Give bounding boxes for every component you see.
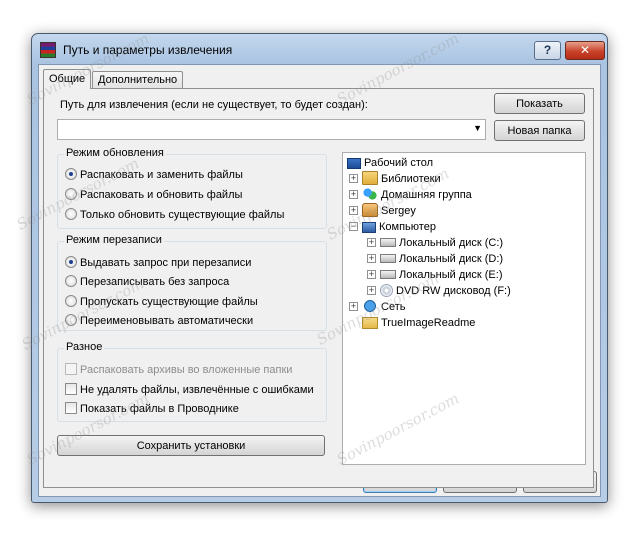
expand-plus-icon[interactable]: + bbox=[349, 174, 358, 183]
radio-button[interactable] bbox=[65, 208, 77, 220]
tree-item-libraries[interactable]: + Библиотеки bbox=[349, 171, 441, 187]
check-show-in-explorer[interactable]: Показать файлы в Проводнике bbox=[65, 402, 239, 415]
check-keep-broken-files[interactable]: Не удалять файлы, извлечённые с ошибками bbox=[65, 383, 314, 396]
misc-group: Разное Распаковать архивы во вложенные п… bbox=[57, 341, 327, 422]
tree-item-label: Рабочий стол bbox=[364, 157, 434, 169]
check-extract-to-subfolders: Распаковать архивы во вложенные папки bbox=[65, 363, 292, 376]
radio-button[interactable] bbox=[65, 188, 77, 200]
tree-item-homegroup[interactable]: + Домашняя группа bbox=[349, 187, 472, 203]
save-settings-button[interactable]: Сохранить установки bbox=[57, 435, 325, 456]
radio-label: Пропускать существующие файлы bbox=[80, 296, 258, 308]
radio-button[interactable] bbox=[65, 314, 77, 326]
radio-overwrite-without-prompt[interactable]: Перезаписывать без запроса bbox=[65, 275, 229, 288]
expand-plus-icon[interactable]: + bbox=[367, 254, 376, 263]
tab-general[interactable]: Общие bbox=[43, 69, 92, 89]
path-combobox[interactable]: ▼ bbox=[57, 119, 486, 140]
tree-item-dvd-f[interactable]: + DVD RW дисковод (F:) bbox=[367, 283, 511, 299]
overwrite-mode-group: Режим перезаписи Выдавать запрос при пер… bbox=[57, 234, 327, 331]
tab-panel-general: Путь для извлечения (если не существует,… bbox=[43, 88, 594, 488]
title-bar[interactable]: Путь и параметры извлечения ? ✕ bbox=[32, 34, 607, 64]
homegroup-icon bbox=[362, 187, 378, 201]
radio-button[interactable] bbox=[65, 275, 77, 287]
library-icon bbox=[362, 171, 378, 185]
tree-item-computer[interactable]: − Компьютер bbox=[349, 219, 436, 235]
radio-button-selected[interactable] bbox=[65, 256, 77, 268]
tree-item-label: Библиотеки bbox=[381, 173, 441, 185]
checkbox[interactable] bbox=[65, 383, 77, 395]
misc-title: Разное bbox=[64, 341, 105, 353]
radio-label: Выдавать запрос при перезаписи bbox=[80, 257, 252, 269]
folder-icon bbox=[362, 317, 378, 329]
radio-label: Перезаписывать без запроса bbox=[80, 276, 230, 288]
tree-item-label: Локальный диск (E:) bbox=[399, 269, 503, 281]
drive-icon bbox=[380, 254, 396, 263]
tree-item-drive-c[interactable]: + Локальный диск (C:) bbox=[367, 235, 503, 251]
tree-item-label: Компьютер bbox=[379, 221, 436, 233]
tree-item-desktop[interactable]: Рабочий стол bbox=[347, 155, 433, 171]
checkbox[interactable] bbox=[65, 402, 77, 414]
radio-label: Только обновить существующие файлы bbox=[80, 209, 285, 221]
radio-label: Распаковать и заменить файлы bbox=[80, 169, 243, 181]
title-help-button[interactable]: ? bbox=[534, 41, 561, 60]
tree-item-drive-e[interactable]: + Локальный диск (E:) bbox=[367, 267, 503, 283]
folder-tree[interactable]: Рабочий стол + Библиотеки + Домашняя гру… bbox=[342, 152, 586, 465]
expand-plus-icon[interactable]: + bbox=[367, 286, 376, 295]
path-label: Путь для извлечения (если не существует,… bbox=[60, 99, 368, 111]
radio-extract-update[interactable]: Распаковать и обновить файлы bbox=[65, 188, 242, 201]
checkbox-disabled bbox=[65, 363, 77, 375]
tree-item-label: TrueImageReadme bbox=[381, 317, 476, 329]
radio-label: Распаковать и обновить файлы bbox=[80, 189, 243, 201]
radio-skip-existing[interactable]: Пропускать существующие файлы bbox=[65, 295, 258, 308]
radio-button[interactable] bbox=[65, 295, 77, 307]
drive-icon bbox=[380, 270, 396, 279]
radio-rename-automatically[interactable]: Переименовывать автоматически bbox=[65, 314, 253, 327]
update-mode-title: Режим обновления bbox=[64, 147, 166, 159]
tree-item-trueimagereadme[interactable]: TrueImageReadme bbox=[362, 315, 475, 331]
tree-item-label: DVD RW дисковод (F:) bbox=[396, 285, 511, 297]
radio-update-existing[interactable]: Только обновить существующие файлы bbox=[65, 208, 284, 221]
expand-plus-icon[interactable]: + bbox=[367, 238, 376, 247]
title-close-button[interactable]: ✕ bbox=[565, 41, 605, 60]
expand-plus-icon[interactable]: + bbox=[349, 206, 358, 215]
update-mode-group: Режим обновления Распаковать и заменить … bbox=[57, 147, 327, 229]
checkbox-label: Не удалять файлы, извлечённые с ошибками bbox=[80, 384, 314, 396]
tree-item-label: Sergey bbox=[381, 205, 416, 217]
collapse-minus-icon[interactable]: − bbox=[349, 222, 358, 231]
expand-plus-icon[interactable]: + bbox=[349, 190, 358, 199]
checkbox-label: Распаковать архивы во вложенные папки bbox=[80, 364, 293, 376]
dvd-drive-icon bbox=[380, 284, 393, 297]
computer-icon bbox=[362, 222, 376, 233]
tree-item-label: Сеть bbox=[381, 301, 406, 313]
combo-dropdown-arrow-icon[interactable]: ▼ bbox=[473, 123, 482, 133]
radio-extract-replace[interactable]: Распаковать и заменить файлы bbox=[65, 168, 243, 181]
tree-item-label: Локальный диск (C:) bbox=[399, 237, 504, 249]
winrar-app-icon bbox=[40, 42, 56, 58]
radio-ask-before-overwrite[interactable]: Выдавать запрос при перезаписи bbox=[65, 256, 251, 269]
expand-plus-icon[interactable]: + bbox=[349, 302, 358, 311]
tree-item-sergey[interactable]: + Sergey bbox=[349, 203, 416, 219]
network-icon bbox=[362, 299, 378, 313]
window-title: Путь и параметры извлечения bbox=[63, 43, 233, 57]
tab-advanced[interactable]: Дополнительно bbox=[92, 71, 184, 89]
checkbox-label: Показать файлы в Проводнике bbox=[80, 403, 239, 415]
dialog-client-area: Общие Дополнительно Путь для извлечения … bbox=[38, 64, 601, 497]
tree-item-label: Локальный диск (D:) bbox=[399, 253, 504, 265]
tree-item-network[interactable]: + Сеть bbox=[349, 299, 405, 315]
show-button[interactable]: Показать bbox=[494, 93, 585, 114]
tree-item-label: Домашняя группа bbox=[381, 189, 472, 201]
drive-icon bbox=[380, 238, 396, 247]
dialog-window: Путь и параметры извлечения ? ✕ Общие До… bbox=[31, 33, 608, 503]
desktop-icon bbox=[347, 158, 361, 169]
expand-plus-icon[interactable]: + bbox=[367, 270, 376, 279]
radio-label: Переименовывать автоматически bbox=[80, 315, 254, 327]
user-folder-icon bbox=[362, 203, 378, 217]
tree-item-drive-d[interactable]: + Локальный диск (D:) bbox=[367, 251, 503, 267]
radio-button-selected[interactable] bbox=[65, 168, 77, 180]
overwrite-mode-title: Режим перезаписи bbox=[64, 234, 164, 246]
new-folder-button[interactable]: Новая папка bbox=[494, 120, 585, 141]
